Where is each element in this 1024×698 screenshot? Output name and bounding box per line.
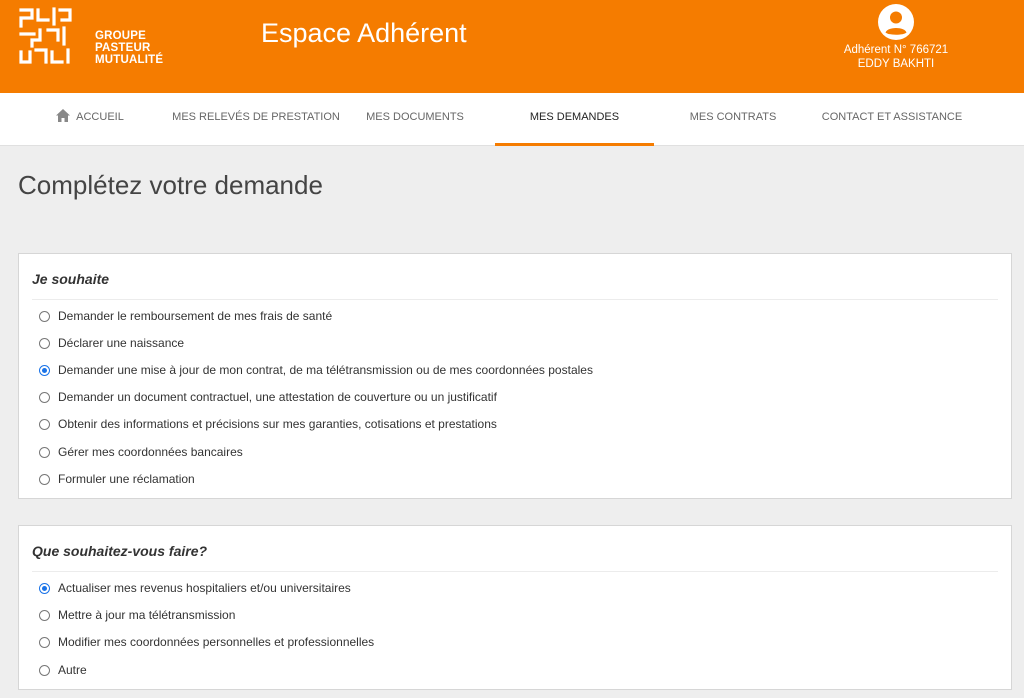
page-title: Complétez votre demande <box>18 170 323 200</box>
option-label: Gérer mes coordonnées bancaires <box>58 445 243 459</box>
radio-option-mise-a-jour[interactable]: Demander une mise à jour de mon contrat,… <box>39 361 593 379</box>
radio-button[interactable] <box>39 664 50 676</box>
divider <box>32 571 998 572</box>
user-account[interactable]: Adhérent N° 766721 EDDY BAKHTI <box>820 4 972 71</box>
logo-line: PASTEUR <box>95 42 151 54</box>
option-label: Actualiser mes revenus hospitaliers et/o… <box>58 581 351 595</box>
radio-option-document[interactable]: Demander un document contractuel, une at… <box>39 388 497 406</box>
option-label: Demander une mise à jour de mon contrat,… <box>58 363 593 377</box>
nav-item-label: MES CONTRATS <box>689 111 777 123</box>
radio-button[interactable] <box>39 391 50 403</box>
member-number: Adhérent N° 766721 <box>843 44 949 56</box>
radio-option-coordonnees-personnelles[interactable]: Modifier mes coordonnées personnelles et… <box>39 633 374 651</box>
logo-text: GROUPE PASTEUR MUTUALITÉ <box>95 30 163 66</box>
nav-item-label: CONTACT ET ASSISTANCE <box>821 111 963 123</box>
request-type-card: Je souhaite Demander le remboursement de… <box>18 253 1012 499</box>
radio-button[interactable] <box>39 636 50 648</box>
app-title: Espace Adhérent <box>261 18 467 48</box>
option-label: Déclarer une naissance <box>58 336 185 350</box>
radio-button[interactable] <box>39 446 50 458</box>
nav-item-contact-et-assistance[interactable]: CONTACT ET ASSISTANCE <box>812 93 972 146</box>
nav-item-label: MES DOCUMENTS <box>366 111 464 123</box>
user-avatar-icon[interactable] <box>878 4 914 40</box>
logo-line: GROUPE <box>95 30 147 42</box>
nav-item-mes-releves-de-prestation[interactable]: MES RELEVÉS DE PRESTATION <box>170 93 342 146</box>
nav-item-accueil[interactable]: ACCUEIL <box>40 93 140 146</box>
radio-option-remboursement[interactable]: Demander le remboursement de mes frais d… <box>39 307 332 325</box>
nav-item-mes-documents[interactable]: MES DOCUMENTS <box>356 93 474 146</box>
nav-item-mes-demandes[interactable]: MES DEMANDES <box>495 93 654 146</box>
nav-item-label: ACCUEIL <box>76 111 124 123</box>
radio-button-selected[interactable] <box>39 364 50 376</box>
logo-mark-icon <box>19 7 72 64</box>
groupe-pasteur-mutualite-logo[interactable]: GROUPE PASTEUR MUTUALITÉ <box>18 6 163 68</box>
divider <box>32 299 998 300</box>
option-label: Autre <box>58 663 87 677</box>
radio-option-naissance[interactable]: Déclarer une naissance <box>39 334 184 352</box>
option-label: Mettre à jour ma télétransmission <box>58 608 236 622</box>
action-choice-card: Que souhaitez-vous faire? Actualiser mes… <box>18 525 1012 690</box>
logo-line: MUTUALITÉ <box>95 54 164 66</box>
nav-item-label: MES RELEVÉS DE PRESTATION <box>172 111 340 123</box>
option-label: Demander le remboursement de mes frais d… <box>58 309 333 323</box>
section-title: Que souhaitez-vous faire? <box>32 543 208 559</box>
nav-item-label: MES DEMANDES <box>529 111 620 123</box>
option-label: Formuler une réclamation <box>58 472 195 486</box>
radio-button[interactable] <box>39 310 50 322</box>
header-bar: GROUPE PASTEUR MUTUALITÉ Espace Adhérent… <box>0 0 1024 93</box>
home-icon <box>56 109 71 122</box>
member-name: EDDY BAKHTI <box>857 58 935 70</box>
radio-option-autre[interactable]: Autre <box>39 661 87 679</box>
radio-button[interactable] <box>39 337 50 349</box>
radio-option-teletransmission[interactable]: Mettre à jour ma télétransmission <box>39 606 235 624</box>
radio-button[interactable] <box>39 473 50 485</box>
section-title: Je souhaite <box>32 271 110 287</box>
option-label: Modifier mes coordonnées personnelles et… <box>58 635 375 649</box>
option-label: Obtenir des informations et précisions s… <box>58 417 497 431</box>
radio-button[interactable] <box>39 418 50 430</box>
nav-item-mes-contrats[interactable]: MES CONTRATS <box>676 93 790 146</box>
radio-button-selected[interactable] <box>39 582 50 594</box>
radio-button[interactable] <box>39 609 50 621</box>
radio-option-reclamation[interactable]: Formuler une réclamation <box>39 470 195 488</box>
main-nav: ACCUEIL MES RELEVÉS DE PRESTATION MES DO… <box>0 93 1024 146</box>
radio-option-coordonnees-bancaires[interactable]: Gérer mes coordonnées bancaires <box>39 443 243 461</box>
option-label: Demander un document contractuel, une at… <box>58 390 497 404</box>
radio-option-revenus[interactable]: Actualiser mes revenus hospitaliers et/o… <box>39 579 351 597</box>
radio-option-informations[interactable]: Obtenir des informations et précisions s… <box>39 415 497 433</box>
